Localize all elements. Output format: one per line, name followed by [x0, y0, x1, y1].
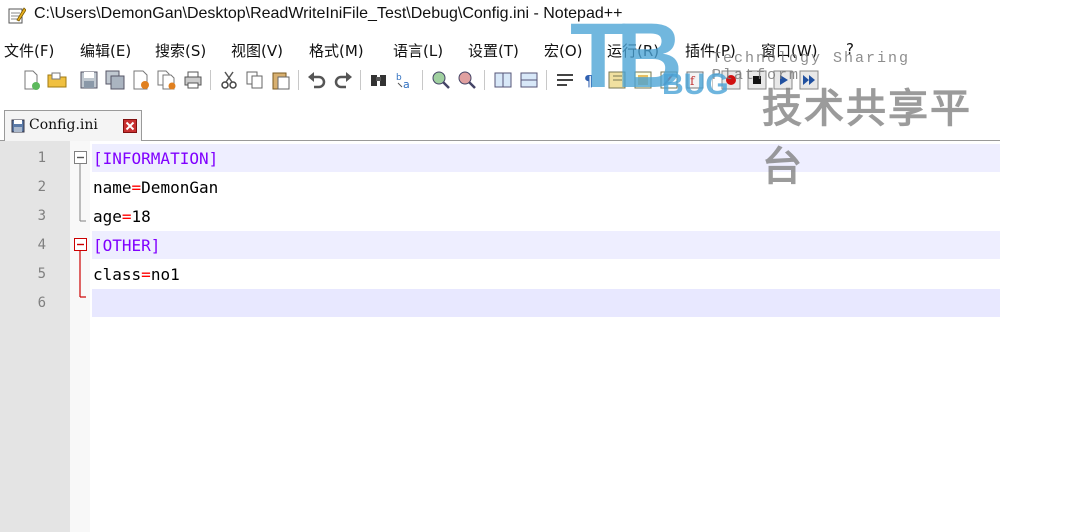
- menu-bar: 文件(F) 编辑(E) 搜索(S) 视图(V) 格式(M) 语言(L) 设置(T…: [0, 36, 1000, 62]
- ini-key: name: [93, 178, 132, 197]
- stop-macro-icon[interactable]: [746, 69, 768, 91]
- ini-value: DemonGan: [141, 178, 219, 197]
- undo-icon[interactable]: [306, 69, 328, 91]
- sync-vertical-icon[interactable]: [492, 69, 514, 91]
- toolbar-separator: [298, 70, 299, 90]
- menu-search[interactable]: 搜索(S): [155, 40, 206, 61]
- line-number: 5: [37, 266, 46, 282]
- window-title: C:\Users\DemonGan\Desktop\ReadWriteIniFi…: [34, 5, 623, 22]
- ini-key: age: [93, 207, 122, 226]
- key-value-pair: name=DemonGan: [93, 178, 218, 197]
- svg-text:a: a: [403, 78, 410, 91]
- sync-horizontal-icon[interactable]: [518, 69, 540, 91]
- menu-settings[interactable]: 设置(T): [468, 40, 519, 61]
- menu-help[interactable]: ?: [846, 40, 854, 58]
- line-number: 4: [37, 237, 46, 253]
- line-number: 2: [37, 179, 46, 195]
- toolbar-separator: [712, 70, 713, 90]
- show-all-chars-icon[interactable]: ¶: [580, 69, 602, 91]
- fold-collapse-icon[interactable]: [74, 238, 87, 251]
- word-wrap-icon[interactable]: [554, 69, 576, 91]
- code-line[interactable]: 3 age=18: [0, 202, 1000, 231]
- svg-text:b: b: [396, 73, 402, 83]
- line-number: 6: [37, 295, 46, 311]
- save-icon[interactable]: [78, 69, 100, 91]
- toolbar-separator: [546, 70, 547, 90]
- doc-map-icon[interactable]: [658, 69, 680, 91]
- open-file-icon[interactable]: [46, 69, 68, 91]
- save-icon: [11, 119, 25, 133]
- toolbar: ba ¶ f: [4, 64, 1000, 96]
- paste-icon[interactable]: [270, 69, 292, 91]
- find-icon[interactable]: [368, 69, 390, 91]
- equals-sign: =: [131, 178, 142, 197]
- editor-area[interactable]: 1 [INFORMATION] 2 name=DemonGan 3 age=18…: [0, 141, 1000, 532]
- code-line[interactable]: 4 [OTHER]: [0, 231, 1000, 260]
- key-value-pair: class=no1: [93, 265, 180, 284]
- tab-bar: Config.ini: [0, 106, 1000, 141]
- notepad-app-icon: [8, 7, 26, 24]
- close-icon[interactable]: [123, 119, 137, 133]
- tab-config-ini[interactable]: Config.ini: [4, 110, 142, 141]
- toolbar-separator: [210, 70, 211, 90]
- ini-value: no1: [150, 265, 180, 284]
- svg-text:¶: ¶: [584, 72, 594, 90]
- menu-edit[interactable]: 编辑(E): [80, 40, 131, 61]
- print-icon[interactable]: [182, 69, 204, 91]
- tab-label: Config.ini: [29, 117, 98, 133]
- play-macro-icon[interactable]: [772, 69, 794, 91]
- record-macro-icon[interactable]: [720, 69, 742, 91]
- code-line[interactable]: 5 class=no1: [0, 260, 1000, 289]
- function-list-icon[interactable]: f: [684, 69, 706, 91]
- section-header: [OTHER]: [93, 236, 161, 255]
- indent-guide-icon[interactable]: [606, 69, 628, 91]
- ini-key: class: [93, 265, 142, 284]
- replace-icon[interactable]: ba: [394, 69, 416, 91]
- close-icon[interactable]: [130, 69, 152, 91]
- run-macro-multiple-icon[interactable]: [798, 69, 820, 91]
- code-line[interactable]: 2 name=DemonGan: [0, 173, 1000, 202]
- code-line-current[interactable]: 6: [0, 289, 1000, 318]
- close-all-icon[interactable]: [156, 69, 178, 91]
- menu-file[interactable]: 文件(F): [4, 40, 54, 61]
- section-highlight: [92, 144, 1000, 172]
- menu-view[interactable]: 视图(V): [231, 40, 283, 61]
- menu-plugins[interactable]: 插件(P): [685, 40, 736, 61]
- cut-icon[interactable]: [218, 69, 240, 91]
- menu-macro[interactable]: 宏(O): [544, 40, 583, 61]
- menu-run[interactable]: 运行(R): [607, 40, 659, 61]
- zoom-in-icon[interactable]: [430, 69, 452, 91]
- copy-icon[interactable]: [244, 69, 266, 91]
- menu-window[interactable]: 窗口(W): [761, 40, 818, 61]
- equals-sign: =: [141, 265, 151, 284]
- key-value-pair: age=18: [93, 207, 151, 226]
- menu-format[interactable]: 格式(M): [309, 40, 364, 61]
- line-number: 1: [37, 150, 46, 166]
- section-header: [INFORMATION]: [93, 149, 219, 168]
- current-line-highlight: [92, 289, 1000, 317]
- line-number: 3: [37, 208, 46, 224]
- title-bar: C:\Users\DemonGan\Desktop\ReadWriteIniFi…: [0, 0, 1068, 32]
- redo-icon[interactable]: [332, 69, 354, 91]
- toolbar-separator: [360, 70, 361, 90]
- new-file-icon[interactable]: [20, 69, 42, 91]
- fold-collapse-icon[interactable]: [74, 151, 87, 164]
- zoom-out-icon[interactable]: [456, 69, 478, 91]
- toolbar-separator: [422, 70, 423, 90]
- save-all-icon[interactable]: [104, 69, 126, 91]
- section-highlight: [92, 231, 1000, 259]
- code-line[interactable]: 1 [INFORMATION]: [0, 144, 1000, 173]
- menu-language[interactable]: 语言(L): [393, 40, 443, 61]
- user-language-icon[interactable]: [632, 69, 654, 91]
- ini-value: 18: [131, 207, 151, 226]
- toolbar-separator: [484, 70, 485, 90]
- equals-sign: =: [121, 207, 132, 226]
